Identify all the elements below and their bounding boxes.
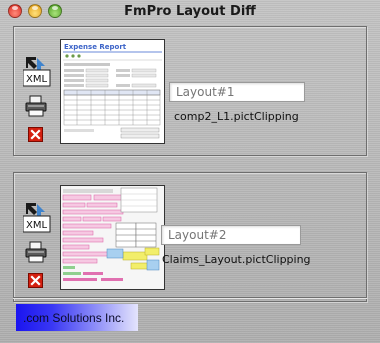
xml-export-icon[interactable]: XML	[22, 55, 51, 89]
title-bar[interactable]: FmPro Layout Diff	[0, 0, 380, 22]
svg-text:XML: XML	[26, 220, 47, 231]
layout-thumbnail-2	[60, 185, 165, 290]
remove-layout-button[interactable]	[28, 273, 43, 288]
xml-export-icon[interactable]: XML	[22, 201, 51, 235]
layout-thumbnail-1: Expense Report	[60, 39, 165, 144]
layout-panel-1: XML Expense Report Layout#1 comp2_L1.pic…	[13, 26, 367, 156]
window-title: FmPro Layout Diff	[124, 3, 256, 19]
company-logo: .com Solutions Inc.	[16, 304, 138, 331]
printer-icon[interactable]	[24, 241, 48, 263]
app-window: FmPro Layout Diff XML Expense Report Lay…	[0, 0, 380, 343]
thumbnail-title: Expense Report	[64, 43, 127, 51]
minimize-window-button[interactable]	[28, 4, 42, 18]
layout-filename-1: comp2_L1.pictClipping	[174, 110, 299, 123]
layout-name-field-1[interactable]	[169, 82, 305, 102]
layout-filename-2: Claims_Layout.pictClipping	[162, 253, 311, 266]
layout-panel-2: XML Layout#2 Claims_Layout.pictClipping	[13, 172, 367, 302]
svg-text:XML: XML	[26, 74, 47, 85]
close-window-button[interactable]	[8, 4, 22, 18]
remove-layout-button[interactable]	[28, 127, 43, 142]
layout-name-field-2[interactable]	[161, 225, 301, 245]
printer-icon[interactable]	[24, 95, 48, 117]
footer-divider	[13, 297, 367, 299]
company-name: .com Solutions Inc.	[23, 310, 125, 325]
zoom-window-button[interactable]	[48, 4, 62, 18]
